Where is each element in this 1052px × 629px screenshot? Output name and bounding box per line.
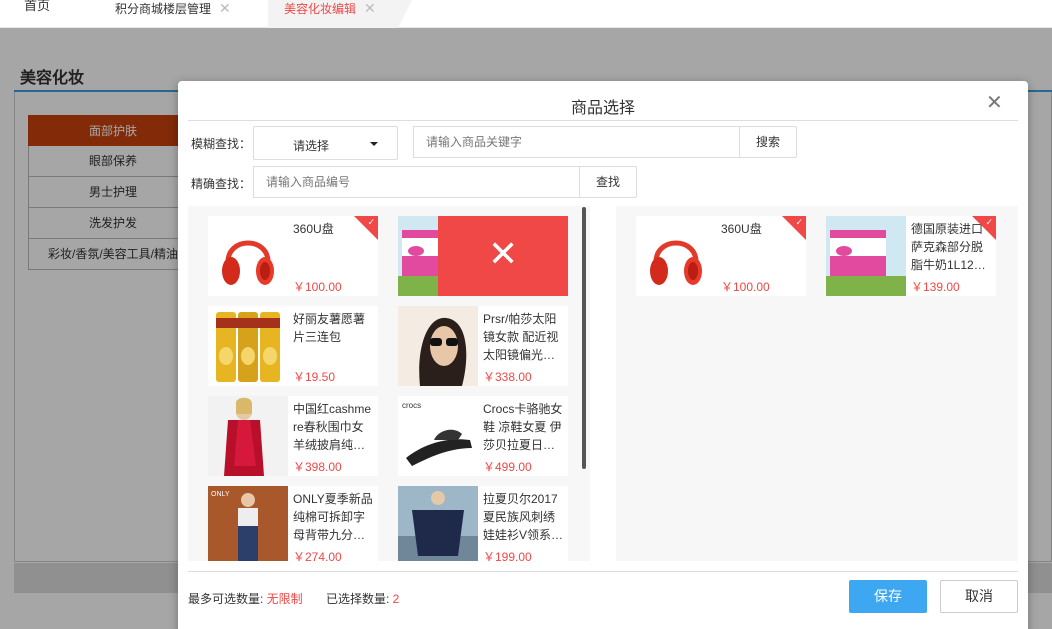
- selected-product-card[interactable]: 德国原装进口萨克森部分脱脂牛奶1L12… ￥139.00 ✓: [826, 216, 996, 296]
- product-price: ￥499.00: [483, 460, 532, 474]
- divider: [188, 120, 1018, 121]
- close-icon[interactable]: ✕: [986, 93, 1003, 113]
- max-count-text: 最多可选数量: 无限制: [188, 590, 303, 607]
- sunglasses-image: [398, 306, 478, 386]
- selected-count-label: 已选择数量:: [326, 592, 393, 606]
- product-price: ￥100.00: [293, 280, 342, 294]
- product-price: ￥100.00: [721, 280, 770, 294]
- save-button[interactable]: 保存: [849, 580, 927, 613]
- close-icon[interactable]: ✕: [488, 234, 518, 274]
- product-card[interactable]: Prsr/帕莎太阳镜女款 配近视太阳镜偏光… ￥338.00: [398, 306, 568, 386]
- top-tab-bar: 首页 积分商城楼层管理 ✕ 美容化妆编辑 ✕: [0, 0, 1052, 28]
- product-price: ￥139.00: [911, 280, 960, 294]
- product-name: ONLY夏季新品纯棉可拆卸字母背带九分…: [293, 492, 373, 542]
- exact-search-label: 精确查找：: [191, 177, 252, 191]
- selected-count-text: 已选择数量: 2: [326, 590, 399, 607]
- sandal-image: crocs: [398, 396, 478, 476]
- product-card[interactable]: 好丽友薯愿薯片三连包 ￥19.50: [208, 306, 378, 386]
- max-count-label: 最多可选数量:: [188, 592, 267, 606]
- product-name: 拉夏贝尔2017夏民族风刺绣娃娃衫V领系…: [483, 492, 563, 542]
- close-icon[interactable]: ✕: [364, 0, 376, 20]
- selected-list-pane: 360U盘 ￥100.00 ✓ 德国原装进口萨克森部分脱脂牛奶1L12… ￥13…: [616, 206, 1018, 561]
- tab-beauty-edit[interactable]: 美容化妆编辑 ✕: [268, 0, 414, 28]
- chips-image: [208, 306, 288, 386]
- product-list-pane[interactable]: 360U盘 ￥100.00 ✓ ✕ 好丽友薯愿薯片三连包 ￥19.50 Prsr…: [188, 206, 590, 561]
- product-price: ￥274.00: [293, 550, 342, 561]
- keyword-input[interactable]: [413, 126, 740, 158]
- svg-text:crocs: crocs: [402, 401, 421, 410]
- product-price: ￥398.00: [293, 460, 342, 474]
- product-card[interactable]: 360U盘 ￥100.00 ✓: [208, 216, 378, 296]
- blouse-image: [398, 486, 478, 561]
- category-select[interactable]: 请选择: [253, 126, 398, 160]
- tab-floor-label: 积分商城楼层管理: [115, 2, 212, 16]
- product-name: 中国红cashmere春秋围巾女羊绒披肩纯…: [293, 402, 372, 452]
- milk-box-image: [826, 216, 906, 296]
- tab-home[interactable]: 首页: [24, 0, 50, 26]
- selected-product-card[interactable]: 360U盘 ￥100.00 ✓: [636, 216, 806, 296]
- product-price: ￥199.00: [483, 550, 532, 561]
- scrollbar[interactable]: [582, 207, 586, 469]
- svg-text:ONLY: ONLY: [211, 491, 230, 498]
- divider: [188, 571, 1018, 572]
- close-icon[interactable]: ✕: [219, 0, 231, 16]
- select-value: 请选择: [293, 139, 330, 153]
- product-card[interactable]: ✕: [398, 216, 568, 296]
- product-select-modal: 商品选择 ✕ 模糊查找： 请选择 搜索 精确查找： 查找 360U盘 ￥100.…: [178, 81, 1028, 629]
- search-button[interactable]: 搜索: [739, 126, 797, 158]
- selected-count-value: 2: [392, 592, 400, 606]
- headphones-image: [636, 216, 716, 296]
- check-icon: ✓: [795, 217, 803, 227]
- overalls-image: ONLY: [208, 486, 288, 561]
- fuzzy-search-label: 模糊查找：: [191, 137, 252, 151]
- product-card[interactable]: 中国红cashmere春秋围巾女羊绒披肩纯… ￥398.00: [208, 396, 378, 476]
- caret-down-icon: [370, 142, 378, 146]
- tab-beauty-label: 美容化妆编辑: [284, 2, 357, 16]
- product-price: ￥19.50: [293, 370, 336, 384]
- find-button[interactable]: 查找: [579, 166, 637, 198]
- cancel-button[interactable]: 取消: [940, 580, 1018, 613]
- max-count-value: 无限制: [266, 592, 303, 606]
- product-name: 好丽友薯愿薯片三连包: [293, 312, 366, 344]
- product-code-input[interactable]: [253, 166, 580, 198]
- scarf-image: [208, 396, 288, 476]
- headphones-image: [208, 216, 288, 296]
- product-price: ￥338.00: [483, 370, 532, 384]
- product-name: Crocs卡骆驰女鞋 凉鞋女夏 伊莎贝拉夏日…: [483, 402, 563, 452]
- check-icon: ✓: [367, 217, 375, 227]
- remove-overlay[interactable]: ✕: [438, 216, 568, 296]
- modal-title: 商品选择: [570, 100, 635, 117]
- product-card[interactable]: ONLY ONLY夏季新品纯棉可拆卸字母背带九分… ￥274.00: [208, 486, 378, 561]
- product-card[interactable]: crocs Crocs卡骆驰女鞋 凉鞋女夏 伊莎贝拉夏日… ￥499.00: [398, 396, 568, 476]
- tab-home-label: 首页: [24, 0, 51, 13]
- product-card[interactable]: 拉夏贝尔2017夏民族风刺绣娃娃衫V领系… ￥199.00: [398, 486, 568, 561]
- product-name: Prsr/帕莎太阳镜女款 配近视太阳镜偏光…: [483, 312, 559, 362]
- tab-floor-management[interactable]: 积分商城楼层管理 ✕: [115, 0, 231, 28]
- check-icon: ✓: [985, 217, 993, 227]
